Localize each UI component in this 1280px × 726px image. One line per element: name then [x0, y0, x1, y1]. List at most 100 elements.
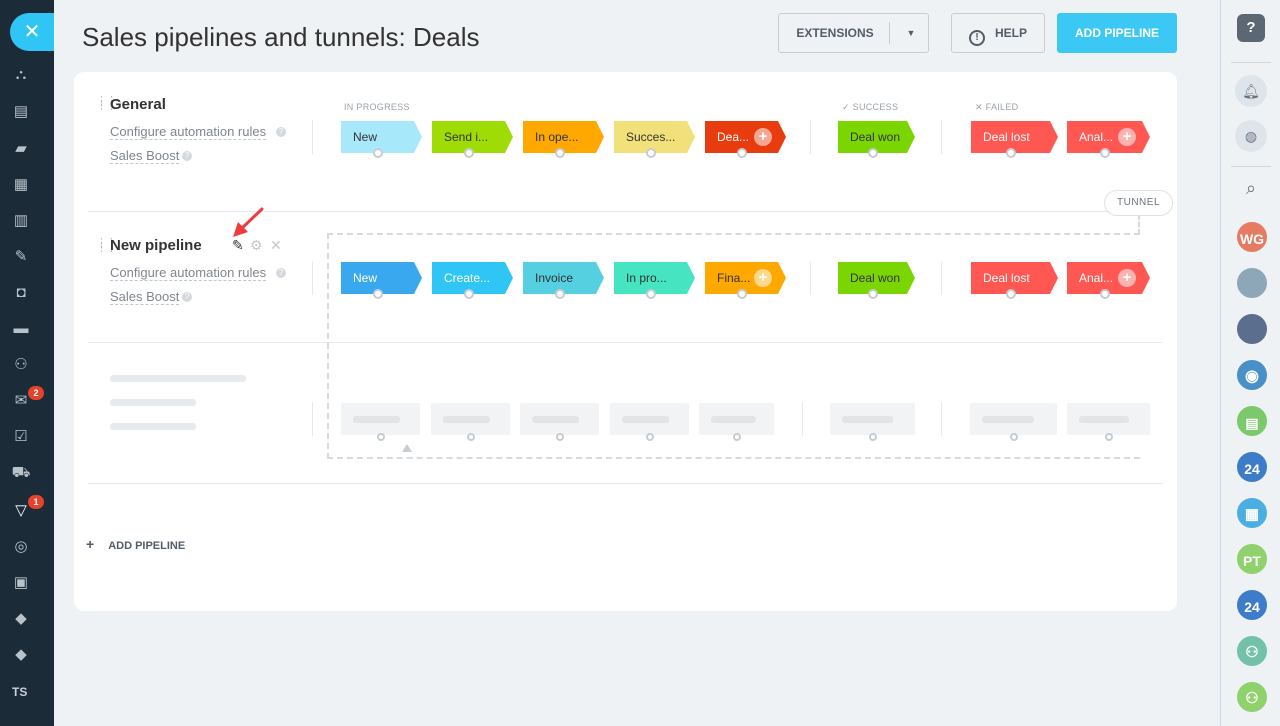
plus-icon: +: [86, 536, 95, 552]
help-icon[interactable]: ?: [1237, 14, 1265, 42]
groups-icon[interactable]: ⚇: [10, 354, 32, 376]
divider: [312, 261, 313, 295]
help-button[interactable]: ! HELP: [951, 13, 1045, 53]
stage-label: In ope...: [535, 130, 579, 144]
add-pipeline-link[interactable]: + ADD PIPELINE: [86, 536, 185, 552]
close-icon: ✕: [975, 102, 986, 112]
help-icon[interactable]: ?: [276, 127, 286, 137]
document-icon[interactable]: ▥: [10, 210, 32, 232]
contact-card-icon[interactable]: ▣: [10, 572, 32, 594]
tunnel-connector: [1138, 214, 1140, 235]
help-icon[interactable]: ?: [182, 151, 192, 161]
check-icon: ✓: [842, 102, 853, 112]
pipeline-name[interactable]: General: [110, 96, 166, 113]
extensions-label: EXTENSIONS: [796, 26, 874, 40]
pipelines-card: ⋮⋮ ⋮⋮ General Configure automation rules …: [74, 72, 1177, 611]
stage-arrow: [687, 121, 695, 153]
box-icon[interactable]: ◆: [10, 608, 32, 630]
avatar[interactable]: WG: [1235, 220, 1269, 254]
stage-label: Send i...: [444, 130, 489, 144]
target-icon[interactable]: ◎: [10, 536, 32, 558]
avatar-photo[interactable]: [1235, 266, 1269, 300]
bitrix24-icon[interactable]: 24: [1235, 588, 1269, 622]
stage-arrow: [414, 121, 422, 153]
sales-boost-link[interactable]: Sales Boost: [110, 148, 180, 164]
tunnel-path: [327, 233, 1140, 459]
signature-icon[interactable]: ✎: [10, 246, 32, 268]
stage-new[interactable]: New: [341, 121, 422, 158]
add-pipeline-link-label: ADD PIPELINE: [108, 540, 186, 552]
help-icon[interactable]: ?: [276, 268, 286, 278]
stage-label: Deal won: [850, 130, 901, 144]
contact-chat-icon[interactable]: ▤: [1235, 404, 1269, 438]
add-stage-icon[interactable]: +: [754, 128, 772, 146]
cart-icon[interactable]: ⛟: [10, 462, 32, 484]
success-title: ✓ SUCCESS: [842, 102, 898, 113]
pipeline-name[interactable]: New pipeline: [110, 237, 202, 254]
close-icon[interactable]: ✕: [270, 237, 282, 254]
stage-dot[interactable]: [554, 148, 565, 158]
stage-deal-lost[interactable]: Deal lost: [971, 121, 1058, 158]
stage-label: Dea...: [717, 130, 750, 144]
box-icon-2[interactable]: ◆: [10, 644, 32, 666]
stage-dot[interactable]: [736, 148, 747, 158]
chevron-down-icon[interactable]: ▼: [901, 14, 921, 52]
group-icon[interactable]: ⚇: [1235, 634, 1269, 668]
divider: [312, 120, 313, 154]
calendar-icon[interactable]: ▦: [10, 174, 32, 196]
pipeline-row: ⋮⋮ ⋮⋮ General Configure automation rules …: [88, 72, 1162, 212]
page-title: Sales pipelines and tunnels: Deals: [82, 22, 480, 52]
help-icon[interactable]: ?: [182, 292, 192, 302]
avatar-photo[interactable]: [1235, 312, 1269, 346]
stage-dot[interactable]: [1099, 148, 1110, 158]
in-progress-title: IN PROGRESS: [344, 102, 410, 112]
avatar[interactable]: PT: [1235, 542, 1269, 576]
stage-dot[interactable]: [645, 148, 656, 158]
checklist-icon[interactable]: ☑: [10, 426, 32, 448]
automation-rules-link[interactable]: Configure automation rules: [110, 124, 267, 140]
stage-dot[interactable]: [1005, 148, 1016, 158]
stage-dot[interactable]: [463, 148, 474, 158]
stage-deal-won[interactable]: Deal won: [838, 121, 915, 158]
stage-arrow: [1142, 121, 1150, 153]
bell-icon[interactable]: 🔔︎: [1235, 75, 1267, 107]
close-menu-button[interactable]: ✕: [10, 13, 54, 51]
sales-boost-label: Sales Boost: [110, 148, 180, 163]
right-sidebar: ? 🔔︎ ◍ ⌕ WG ◉ ▤ 24 ▦ PT 24 ⚇ ⚇: [1220, 0, 1280, 726]
robot-icon[interactable]: ◘: [10, 282, 32, 304]
failed-label: FAILED: [985, 102, 1019, 112]
divider: [889, 22, 890, 44]
skeleton-line: [110, 423, 196, 430]
automation-rules-link[interactable]: Configure automation rules: [110, 265, 267, 281]
chat-bubble-icon[interactable]: ◍: [1235, 120, 1267, 152]
stage-success[interactable]: Succes...: [614, 121, 695, 158]
user-initials[interactable]: TS: [12, 685, 27, 699]
calendar-icon[interactable]: ▦: [1235, 496, 1269, 530]
group-chat-icon[interactable]: ◉: [1235, 358, 1269, 392]
tunnel-label[interactable]: TUNNEL: [1104, 190, 1174, 216]
add-pipeline-button[interactable]: ADD PIPELINE: [1057, 13, 1177, 53]
extensions-button[interactable]: EXTENSIONS ▼: [778, 13, 929, 53]
group-icon[interactable]: ⚇: [1235, 680, 1269, 714]
failed-title: ✕ FAILED: [975, 102, 1018, 113]
stage-analysis[interactable]: Anal... +: [1067, 121, 1150, 158]
tasks-icon[interactable]: ▤: [10, 101, 32, 123]
chat-icon[interactable]: ▰: [10, 138, 32, 160]
stage-dot[interactable]: [867, 148, 878, 158]
stage-arrow: [1142, 262, 1150, 294]
stage-send[interactable]: Send i...: [432, 121, 513, 158]
sales-boost-link[interactable]: Sales Boost: [110, 289, 180, 305]
success-label: SUCCESS: [852, 102, 899, 112]
divider: [312, 402, 313, 436]
add-stage-icon[interactable]: +: [1118, 128, 1136, 146]
stage-deal[interactable]: Dea... +: [705, 121, 786, 158]
skeleton-line: [110, 375, 246, 382]
stage-in-operation[interactable]: In ope...: [523, 121, 604, 158]
stage-arrow: [778, 121, 786, 153]
bitrix24-icon[interactable]: 24: [1235, 450, 1269, 484]
drive-icon[interactable]: ▬: [10, 318, 32, 340]
feed-icon[interactable]: ⛬: [10, 64, 32, 86]
stage-dot[interactable]: [372, 148, 383, 158]
funnel-badge: 1: [28, 495, 44, 509]
search-icon[interactable]: ⌕: [1235, 172, 1267, 204]
